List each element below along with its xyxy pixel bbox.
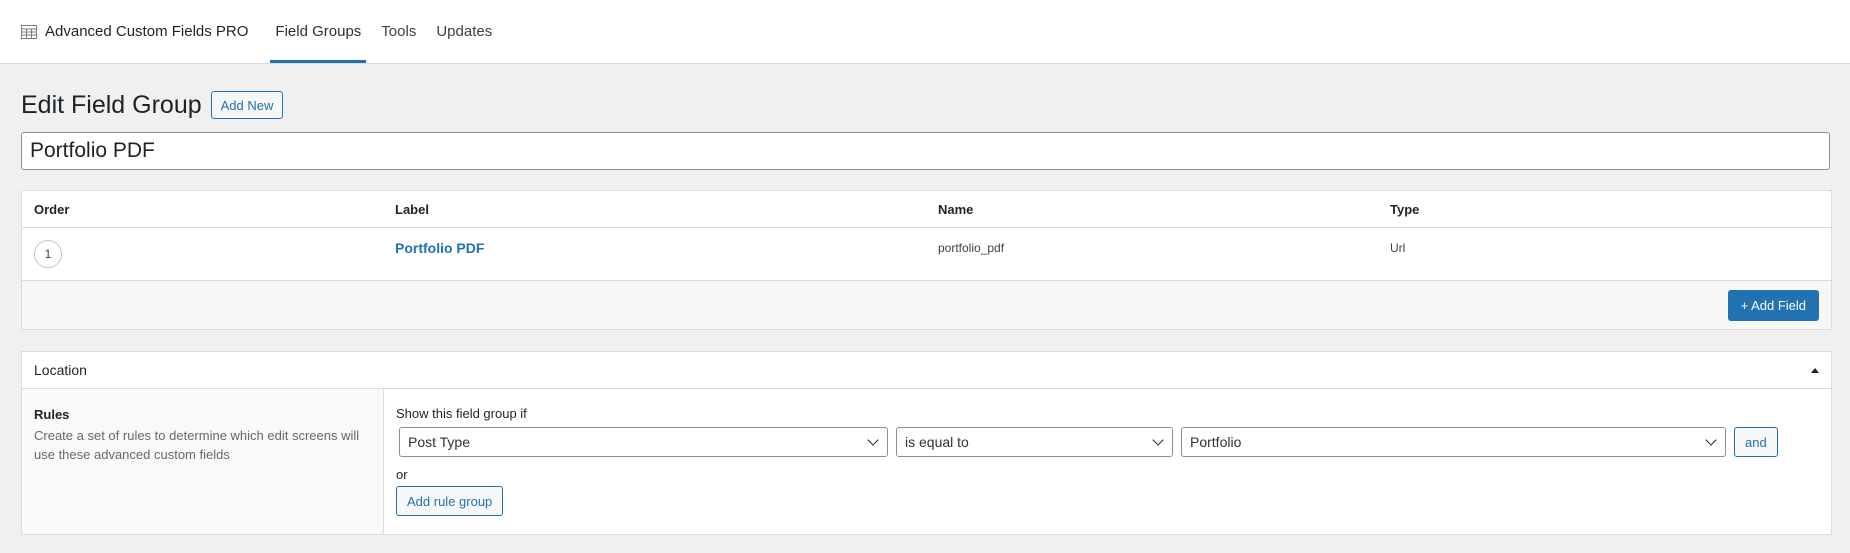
tab-tools[interactable]: Tools [376,0,421,63]
location-header[interactable]: Location [22,352,1831,389]
rules-description-panel: Rules Create a set of rules to determine… [22,389,384,534]
location-body: Rules Create a set of rules to determine… [22,389,1831,534]
top-navigation: Advanced Custom Fields PRO Field Groups … [0,0,1850,64]
field-name: portfolio_pdf [938,241,1005,255]
brand-label: Advanced Custom Fields PRO [45,23,249,40]
brand: Advanced Custom Fields PRO [21,0,248,63]
fields-box: Order Label Name Type 1 Portfolio PDF po… [21,190,1832,330]
rules-title: Rules [34,407,70,422]
location-box: Location Rules Create a set of rules to … [21,351,1832,535]
rule-operator-select[interactable]: is equal to [896,427,1173,457]
table-row: 1 Portfolio PDF portfolio_pdf Url [22,228,1831,281]
rule-operator-value: is equal to [905,434,969,450]
page-heading: Edit Field Group Add New [0,64,1850,124]
add-field-button[interactable]: + Add Field [1727,289,1819,321]
show-if-label: Show this field group if [396,406,527,421]
rule-param-select[interactable]: Post Type [399,427,888,457]
tab-field-groups[interactable]: Field Groups [270,0,367,63]
field-label-link[interactable]: Portfolio PDF [395,240,484,256]
rules-description: Create a set of rules to determine which… [34,428,360,462]
rules-panel: Show this field group if Post Type is eq… [384,389,1831,534]
field-type: Url [1390,241,1406,255]
chevron-down-icon [1152,434,1164,446]
column-header-name: Name [938,201,974,217]
fields-table-header: Order Label Name Type [22,191,1831,228]
rule-value-value: Portfolio [1190,434,1242,450]
chevron-down-icon [867,434,879,446]
name-cell: portfolio_pdf [926,240,1378,255]
fields-footer: + Add Field [22,281,1831,329]
rule-value-select[interactable]: Portfolio [1181,427,1726,457]
and-button[interactable]: and [1734,427,1778,457]
or-label: or [396,467,408,482]
tab-updates[interactable]: Updates [431,0,497,63]
type-cell: Url [1378,240,1405,255]
rule-row: Post Type is equal to Portfolio and [399,427,1819,457]
location-title: Location [34,362,87,378]
order-handle[interactable]: 1 [34,240,62,268]
column-header-label: Label [395,201,429,217]
rule-param-value: Post Type [408,434,471,450]
collapse-caret-icon[interactable] [1811,367,1819,373]
order-cell: 1 [22,240,383,268]
column-header-type: Type [1390,201,1420,217]
title-wrapper [0,132,1850,170]
page-title: Edit Field Group [21,90,202,119]
field-group-title-input[interactable] [21,132,1830,170]
label-cell: Portfolio PDF [383,240,926,256]
add-rule-group-button[interactable]: Add rule group [396,486,504,516]
add-new-button[interactable]: Add New [210,91,284,119]
chevron-down-icon [1705,434,1717,446]
column-header-order: Order [34,201,70,217]
table-icon [21,24,37,39]
